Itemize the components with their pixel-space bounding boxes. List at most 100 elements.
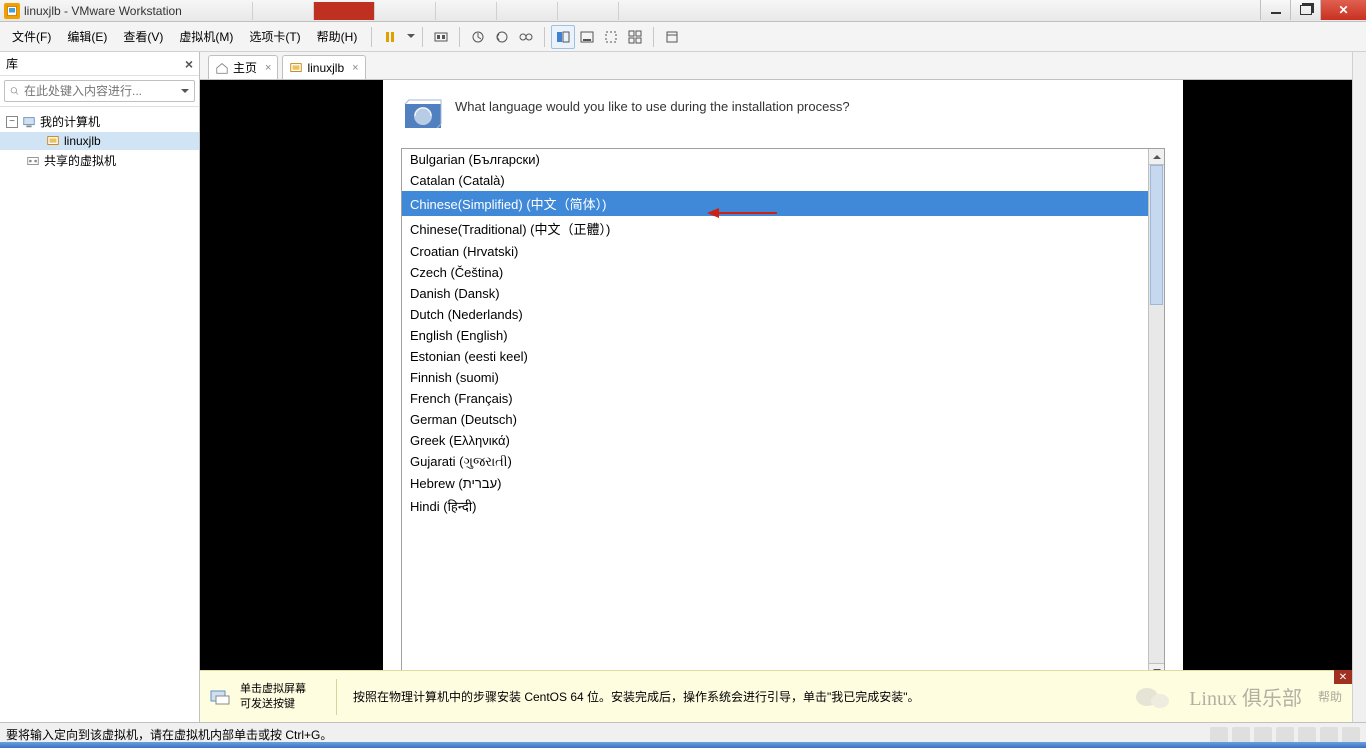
wechat-icon (1133, 682, 1173, 712)
tab-vm[interactable]: linuxjlb × (282, 55, 365, 79)
menu-edit[interactable]: 编辑(E) (59, 24, 115, 49)
unity-button[interactable] (623, 25, 647, 49)
scroll-thumb[interactable] (1150, 165, 1163, 305)
hint-help-label[interactable]: 帮助 (1318, 688, 1342, 705)
menu-vm[interactable]: 虚拟机(M) (171, 24, 241, 49)
language-item[interactable]: Bulgarian (Български) (402, 149, 1148, 170)
separator (371, 27, 372, 47)
language-item[interactable]: Czech (Čeština) (402, 262, 1148, 283)
content-area: 主页 × linuxjlb × What language would (200, 52, 1366, 746)
language-item[interactable]: English (English) (402, 325, 1148, 346)
tree-vm-item[interactable]: linuxjlb (0, 132, 199, 150)
separator (422, 27, 423, 47)
bg-tab (497, 2, 558, 20)
language-item[interactable]: Hindi (हिन्दी) (402, 494, 1148, 518)
search-icon (9, 84, 20, 98)
menu-help[interactable]: 帮助(H) (309, 24, 366, 49)
menu-file[interactable]: 文件(F) (4, 24, 59, 49)
hint-bar: 单击虚拟屏幕 可发送按键 按照在物理计算机中的步骤安装 CentOS 64 位。… (200, 670, 1352, 722)
language-item[interactable]: Chinese(Traditional) (中文（正體）) (402, 216, 1148, 241)
scroll-track[interactable] (1149, 165, 1164, 663)
tree-collapse-icon[interactable]: − (6, 116, 18, 128)
maximize-button[interactable] (1290, 0, 1320, 20)
search-dropdown-icon[interactable] (179, 86, 190, 97)
library-button[interactable] (660, 25, 684, 49)
manage-snapshot-button[interactable] (514, 25, 538, 49)
snapshot-button[interactable] (466, 25, 490, 49)
bg-tab (253, 2, 314, 20)
device-icon[interactable] (1320, 727, 1338, 743)
sidebar-title: 库 (6, 55, 18, 72)
search-input[interactable] (24, 84, 179, 98)
language-list[interactable]: Bulgarian (Български)Catalan (Català)Chi… (402, 149, 1148, 679)
language-item[interactable]: Gujarati (ગુજરાતી) (402, 451, 1148, 473)
computer-icon (22, 115, 36, 129)
language-item[interactable]: Greek (Ελληνικά) (402, 430, 1148, 451)
separator (336, 679, 337, 715)
language-item[interactable]: Finnish (suomi) (402, 367, 1148, 388)
hint-click-text: 单击虚拟屏幕 可发送按键 (240, 682, 320, 711)
installer-prompt: What language would you like to use duri… (455, 98, 850, 116)
device-icon[interactable] (1254, 727, 1272, 743)
language-item[interactable]: Estonian (eesti keel) (402, 346, 1148, 367)
installer-window: What language would you like to use duri… (383, 80, 1183, 746)
tree-root[interactable]: − 我的计算机 (0, 111, 199, 132)
revert-snapshot-button[interactable] (490, 25, 514, 49)
watermark-text: Linux 俱乐部 (1189, 682, 1302, 711)
sidebar-close-icon[interactable]: × (185, 56, 193, 72)
tree-shared-item[interactable]: 共享的虚拟机 (0, 150, 199, 171)
sidebar: 库 × − 我的计算机 linuxjlb (0, 52, 200, 746)
language-item[interactable]: Chinese(Simplified) (中文（简体）) (402, 191, 1148, 216)
language-item[interactable]: Danish (Dansk) (402, 283, 1148, 304)
sidebar-header: 库 × (0, 52, 199, 76)
scroll-up-icon[interactable] (1149, 149, 1164, 165)
home-icon (215, 61, 229, 75)
bg-tab (375, 2, 436, 20)
language-item[interactable]: Dutch (Nederlands) (402, 304, 1148, 325)
tab-home-label: 主页 (233, 59, 257, 76)
menubar: 文件(F) 编辑(E) 查看(V) 虚拟机(M) 选项卡(T) 帮助(H) (0, 22, 1366, 52)
window-controls (1260, 0, 1366, 20)
vm-viewport[interactable]: What language would you like to use duri… (200, 80, 1366, 746)
language-item[interactable]: French (Français) (402, 388, 1148, 409)
bg-tab (192, 2, 253, 20)
separator (459, 27, 460, 47)
vm-icon (46, 134, 60, 148)
language-item[interactable]: Hebrew (עברית) (402, 473, 1148, 494)
language-scrollbar[interactable] (1148, 149, 1164, 679)
search-box[interactable] (4, 80, 195, 102)
show-console-button[interactable] (551, 25, 575, 49)
separator (653, 27, 654, 47)
tab-close-icon[interactable]: × (352, 62, 358, 74)
language-item[interactable]: Catalan (Català) (402, 170, 1148, 191)
tab-close-icon[interactable]: × (265, 62, 271, 74)
device-icon[interactable] (1276, 727, 1294, 743)
vm-tree: − 我的计算机 linuxjlb 共享的虚拟机 (0, 107, 199, 175)
browser-tabs-peek (192, 2, 619, 20)
power-dropdown[interactable] (406, 31, 416, 42)
bg-tab (436, 2, 497, 20)
window-title: linuxjlb - VMware Workstation (24, 4, 182, 18)
thumbnail-view-button[interactable] (575, 25, 599, 49)
hint-close-icon[interactable]: ✕ (1334, 670, 1352, 684)
menu-view[interactable]: 查看(V) (115, 24, 171, 49)
tree-root-label: 我的计算机 (40, 113, 100, 130)
tree-vm-label: linuxjlb (64, 134, 101, 148)
close-button[interactable] (1320, 0, 1366, 20)
device-icon[interactable] (1210, 727, 1228, 743)
pause-button[interactable] (378, 25, 402, 49)
device-icon[interactable] (1342, 727, 1360, 743)
hint-icon (210, 689, 230, 705)
menu-tabs[interactable]: 选项卡(T) (241, 24, 308, 49)
device-icon[interactable] (1298, 727, 1316, 743)
language-item[interactable]: German (Deutsch) (402, 409, 1148, 430)
tab-home[interactable]: 主页 × (208, 55, 278, 79)
send-ctrl-alt-del-button[interactable] (429, 25, 453, 49)
language-item[interactable]: Croatian (Hrvatski) (402, 241, 1148, 262)
taskbar-peek (0, 742, 1366, 748)
fullscreen-button[interactable] (599, 25, 623, 49)
outer-scrollbar[interactable] (1352, 52, 1366, 722)
device-icon[interactable] (1232, 727, 1250, 743)
minimize-button[interactable] (1260, 0, 1290, 20)
window-titlebar: linuxjlb - VMware Workstation (0, 0, 1366, 22)
